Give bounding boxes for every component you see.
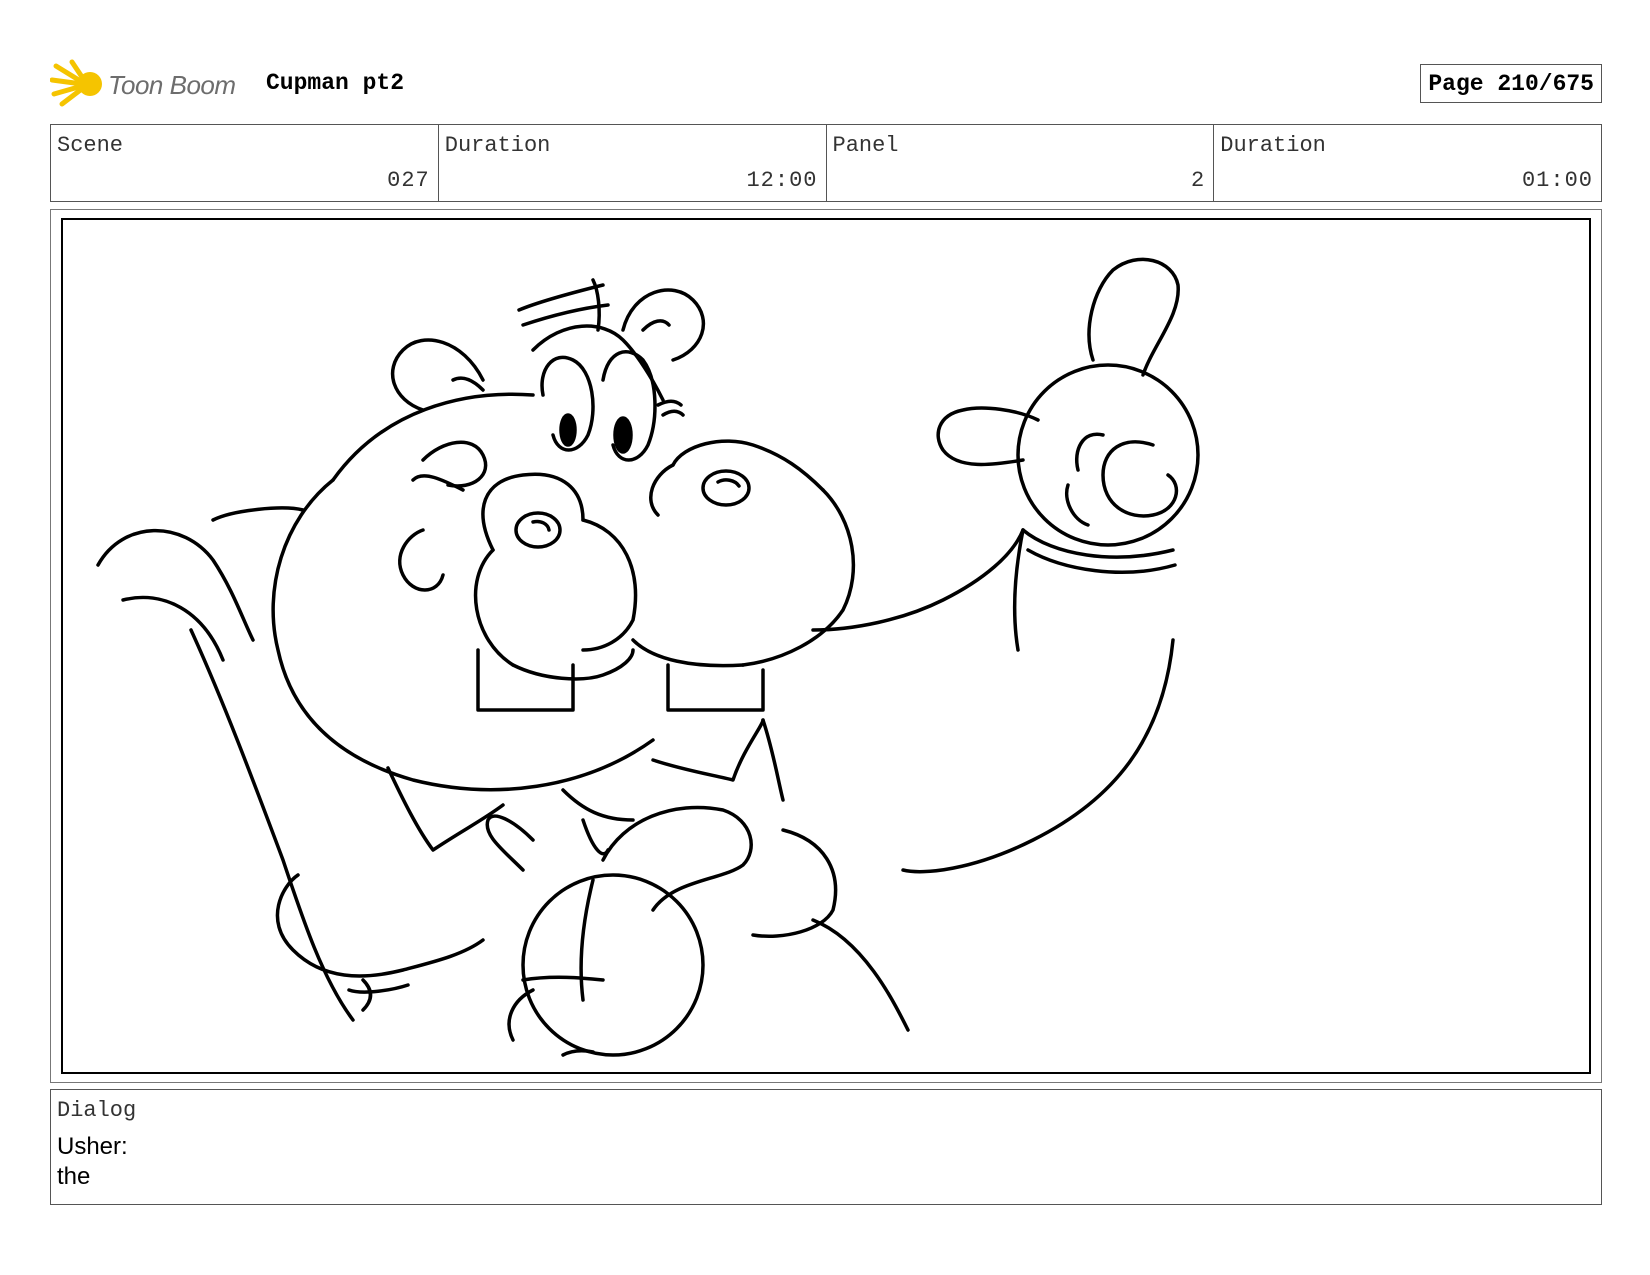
panel-cell: Panel 2	[827, 125, 1215, 201]
toon-boom-logo: Toon Boom	[50, 58, 250, 110]
scene-duration-label: Duration	[444, 133, 551, 158]
scene-cell: Scene 027	[51, 125, 439, 201]
panel-drawing-area	[61, 218, 1591, 1074]
panel-frame	[50, 209, 1602, 1083]
scene-value: 027	[387, 168, 430, 193]
dialog-box: Dialog Usher: the	[50, 1089, 1602, 1205]
dialog-line: the	[57, 1163, 91, 1190]
logo-wordmark: Toon Boom	[108, 70, 236, 100]
starburst-icon	[50, 59, 102, 107]
scene-duration-cell: Duration 12:00	[439, 125, 827, 201]
storyboard-header: Toon Boom Cupman pt2 Page 210/675	[50, 56, 1602, 108]
panel-duration-value: 01:00	[1521, 168, 1593, 193]
scene-info-table: Scene 027 Duration 12:00 Panel 2 Duratio…	[50, 124, 1602, 202]
scene-duration-value: 12:00	[746, 168, 818, 193]
project-title: Cupman pt2	[266, 70, 405, 96]
dialog-label: Dialog	[57, 1098, 137, 1123]
dialog-line: Usher:	[57, 1133, 128, 1160]
dialog-text: Usher: the	[57, 1132, 128, 1192]
page-counter: Page 210/675	[1420, 64, 1602, 103]
panel-value: 2	[1191, 168, 1206, 193]
panel-duration-cell: Duration 01:00	[1214, 125, 1601, 201]
panel-label: Panel	[832, 133, 899, 158]
scene-label: Scene	[57, 133, 124, 158]
panel-duration-label: Duration	[1220, 133, 1326, 158]
hippo-character-sketch	[96, 257, 1200, 1057]
